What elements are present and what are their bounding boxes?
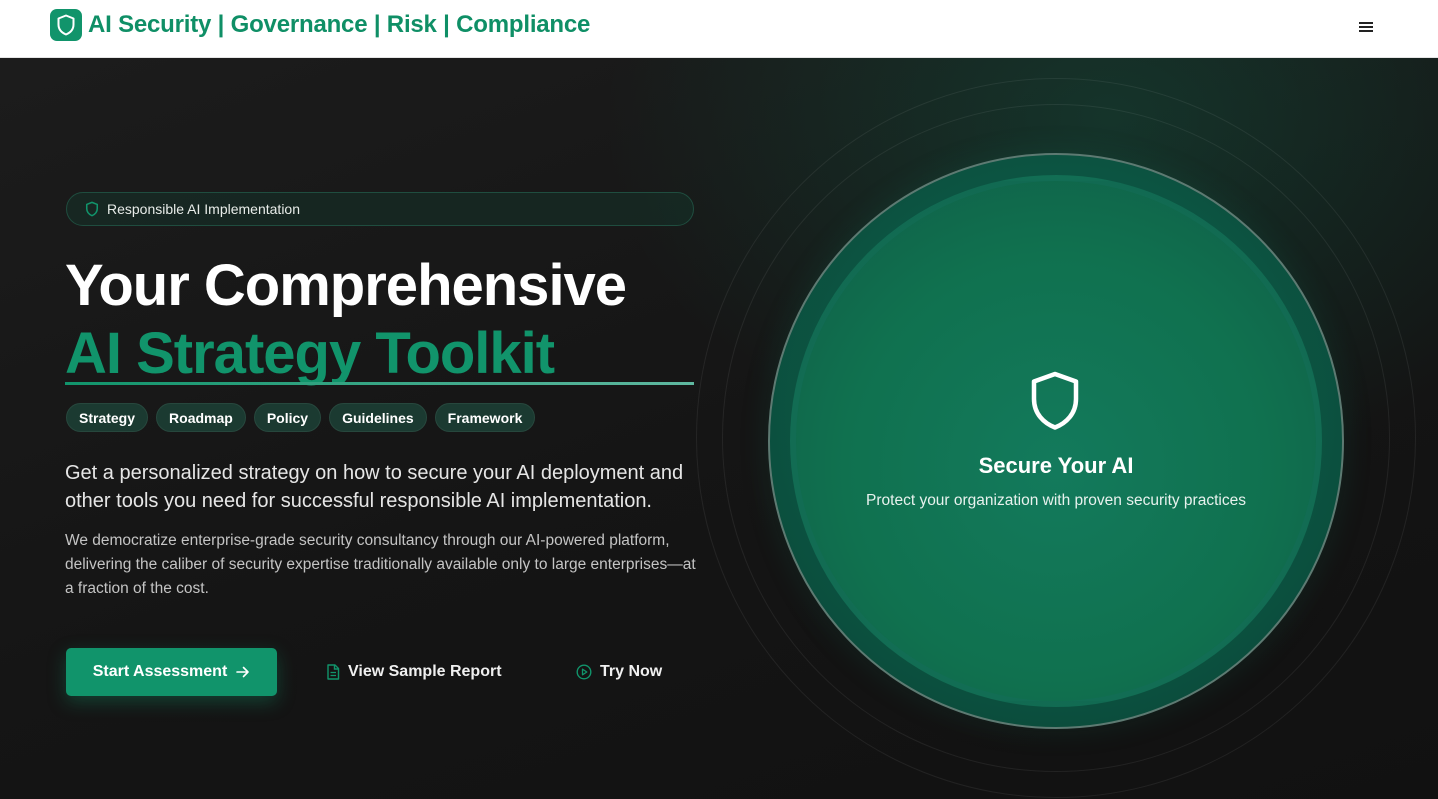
brand[interactable]: AI Security | Governance | Risk | Compli… bbox=[50, 9, 590, 41]
tag-guidelines: Guidelines bbox=[329, 403, 427, 432]
hero-description: We democratize enterprise-grade security… bbox=[65, 532, 696, 597]
view-sample-report-label: View Sample Report bbox=[348, 663, 502, 680]
tag-policy: Policy bbox=[253, 403, 322, 432]
top-navigation-bar: AI Security | Governance | Risk | Compli… bbox=[0, 0, 1438, 58]
page-title: Your Comprehensive bbox=[65, 253, 627, 318]
shield-icon bbox=[50, 9, 82, 41]
page-title-accent: AI Strategy Toolkit bbox=[65, 321, 555, 386]
arrow-right-icon bbox=[236, 666, 250, 678]
brand-title: AI Security | Governance | Risk | Compli… bbox=[88, 11, 591, 38]
feature-circle bbox=[790, 175, 1322, 707]
shield-icon bbox=[1028, 370, 1082, 437]
try-now-label: Try Now bbox=[600, 663, 663, 680]
shield-icon bbox=[85, 201, 99, 217]
badge-label: Responsible AI Implementation bbox=[107, 201, 300, 217]
start-assessment-button[interactable]: Start Assessment bbox=[66, 648, 277, 696]
tag-framework: Framework bbox=[434, 403, 536, 432]
hero-section: Responsible AI Implementation Your Compr… bbox=[0, 58, 1438, 799]
feature-text: Protect your organization with proven se… bbox=[866, 492, 1246, 509]
tag-list: Strategy Roadmap Policy Guidelines Frame… bbox=[66, 403, 536, 432]
feature-title: Secure Your AI bbox=[978, 453, 1134, 478]
tag-strategy: Strategy bbox=[66, 403, 149, 432]
title-underline bbox=[65, 382, 694, 385]
responsible-ai-badge: Responsible AI Implementation bbox=[66, 192, 694, 226]
play-circle-icon bbox=[576, 664, 592, 680]
view-sample-report-button[interactable]: View Sample Report bbox=[326, 658, 502, 686]
document-icon bbox=[327, 664, 340, 680]
hero-lead-text: Get a personalized strategy on how to se… bbox=[65, 462, 684, 512]
tag-roadmap: Roadmap bbox=[156, 403, 246, 432]
try-now-button[interactable]: Try Now bbox=[576, 658, 662, 686]
hamburger-menu-icon[interactable] bbox=[1352, 15, 1380, 39]
start-assessment-label: Start Assessment bbox=[92, 663, 228, 680]
